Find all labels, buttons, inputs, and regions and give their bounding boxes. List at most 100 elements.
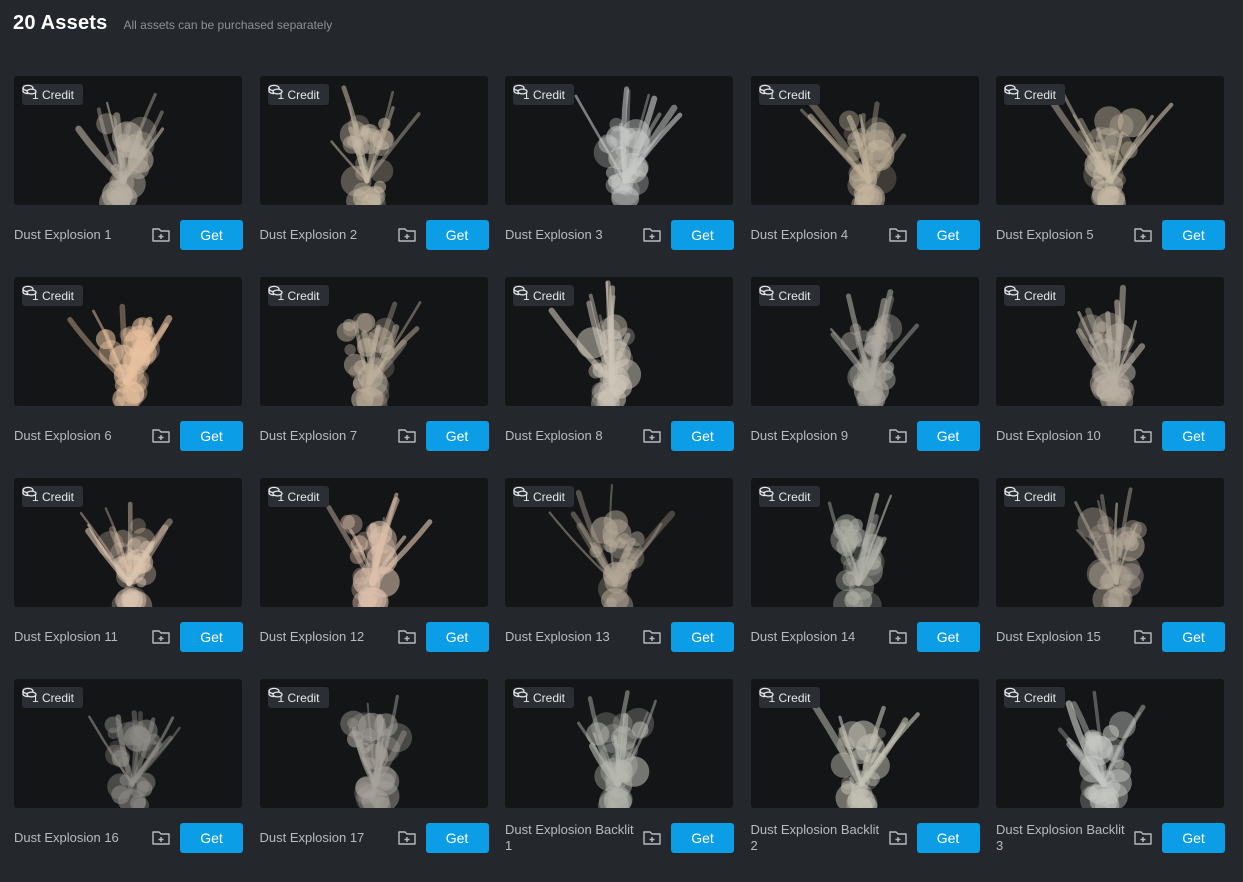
asset-card: 1 Credit Dust Explosion 16 Get bbox=[14, 679, 243, 853]
asset-thumbnail[interactable]: 1 Credit bbox=[14, 478, 242, 607]
folder-plus-icon[interactable] bbox=[642, 427, 662, 445]
get-button[interactable]: Get bbox=[916, 622, 980, 652]
folder-plus-icon[interactable] bbox=[397, 427, 417, 445]
folder-plus-icon[interactable] bbox=[642, 829, 662, 847]
smoke-puff bbox=[356, 337, 376, 357]
get-button[interactable]: Get bbox=[180, 823, 243, 853]
smoke-puff bbox=[1088, 561, 1118, 590]
asset-thumbnail[interactable]: 1 Credit bbox=[259, 679, 488, 808]
get-button[interactable]: Get bbox=[916, 421, 980, 451]
folder-plus-icon[interactable] bbox=[397, 628, 417, 646]
folder-plus-icon[interactable] bbox=[397, 829, 417, 847]
smoke-puff bbox=[1116, 363, 1136, 383]
get-button[interactable]: Get bbox=[180, 622, 243, 652]
asset-thumbnail[interactable]: 1 Credit bbox=[259, 478, 488, 607]
smoke-puff bbox=[874, 362, 894, 381]
get-button[interactable]: Get bbox=[1162, 823, 1225, 853]
asset-thumbnail[interactable]: 1 Credit bbox=[14, 679, 242, 808]
asset-thumbnail[interactable]: 1 Credit bbox=[996, 76, 1224, 205]
asset-name: Dust Explosion 1 bbox=[14, 227, 112, 242]
asset-thumbnail[interactable]: 1 Credit bbox=[996, 679, 1224, 808]
folder-plus-icon[interactable] bbox=[888, 427, 908, 445]
folder-plus-icon[interactable] bbox=[888, 226, 908, 244]
asset-name: Dust Explosion Backlit 3 bbox=[996, 822, 1125, 853]
asset-thumbnail[interactable]: 1 Credit bbox=[750, 76, 979, 205]
get-button[interactable]: Get bbox=[425, 622, 489, 652]
get-button[interactable]: Get bbox=[1162, 421, 1225, 451]
credit-badge: 1 Credit bbox=[22, 285, 84, 306]
get-button[interactable]: Get bbox=[916, 220, 980, 250]
asset-name: Dust Explosion 3 bbox=[505, 227, 603, 242]
coin-stack-icon bbox=[1004, 486, 1019, 497]
asset-thumbnail[interactable]: 1 Credit bbox=[505, 277, 733, 406]
asset-thumbnail[interactable]: 1 Credit bbox=[14, 277, 242, 406]
asset-footer: Dust Explosion 12 Get bbox=[260, 622, 489, 652]
asset-name: Dust Explosion 5 bbox=[996, 227, 1094, 242]
credit-label: 1 Credit bbox=[1014, 690, 1057, 705]
smoke-puff bbox=[614, 735, 627, 748]
asset-footer: Dust Explosion 6 Get bbox=[14, 421, 243, 451]
asset-footer: Dust Explosion 15 Get bbox=[996, 622, 1225, 652]
get-button[interactable]: Get bbox=[425, 421, 489, 451]
asset-thumbnail[interactable]: 1 Credit bbox=[14, 76, 242, 205]
smoke-puff bbox=[359, 562, 384, 586]
smoke-puff bbox=[599, 742, 629, 773]
asset-name: Dust Explosion 15 bbox=[996, 629, 1101, 644]
credit-label: 1 Credit bbox=[277, 690, 320, 705]
folder-plus-icon[interactable] bbox=[1133, 628, 1153, 646]
get-button[interactable]: Get bbox=[1162, 622, 1225, 652]
get-button[interactable]: Get bbox=[916, 823, 980, 853]
smoke-puff bbox=[616, 771, 629, 784]
get-button[interactable]: Get bbox=[425, 220, 489, 250]
folder-plus-icon[interactable] bbox=[642, 226, 662, 244]
folder-plus-icon[interactable] bbox=[888, 628, 908, 646]
get-button[interactable]: Get bbox=[671, 622, 734, 652]
folder-plus-icon[interactable] bbox=[888, 829, 908, 847]
get-button[interactable]: Get bbox=[1162, 220, 1225, 250]
asset-thumbnail[interactable]: 1 Credit bbox=[750, 478, 979, 607]
smoke-puff bbox=[130, 518, 146, 534]
coin-stack-icon bbox=[758, 285, 774, 296]
folder-plus-icon[interactable] bbox=[1133, 829, 1153, 847]
folder-plus-icon[interactable] bbox=[1133, 226, 1153, 244]
smoke-puff bbox=[354, 156, 368, 170]
folder-plus-icon[interactable] bbox=[151, 829, 171, 847]
asset-thumbnail[interactable]: 1 Credit bbox=[996, 478, 1224, 607]
get-button[interactable]: Get bbox=[180, 220, 243, 250]
folder-plus-icon[interactable] bbox=[151, 628, 171, 646]
folder-plus-icon[interactable] bbox=[642, 628, 662, 646]
asset-thumbnail[interactable]: 1 Credit bbox=[996, 277, 1224, 406]
asset-thumbnail[interactable]: 1 Credit bbox=[750, 277, 979, 406]
coin-stack-icon bbox=[267, 486, 283, 497]
smoke-puff bbox=[373, 765, 396, 789]
asset-thumbnail[interactable]: 1 Credit bbox=[259, 277, 488, 406]
credit-badge: 1 Credit bbox=[22, 486, 84, 507]
smoke-puff bbox=[1090, 531, 1101, 542]
asset-footer: Dust Explosion Backlit 2 Get bbox=[751, 822, 980, 853]
asset-thumbnail[interactable]: 1 Credit bbox=[750, 679, 979, 808]
get-button[interactable]: Get bbox=[671, 823, 734, 853]
smoke-puff bbox=[1092, 338, 1121, 367]
asset-card: 1 Credit Dust Explosion 2 Get bbox=[259, 76, 489, 250]
credit-label: 1 Credit bbox=[768, 87, 811, 102]
credit-badge: 1 Credit bbox=[267, 84, 329, 105]
asset-thumbnail[interactable]: 1 Credit bbox=[259, 76, 488, 205]
folder-plus-icon[interactable] bbox=[151, 226, 171, 244]
get-button[interactable]: Get bbox=[671, 220, 734, 250]
smoke-puff bbox=[591, 359, 603, 371]
coin-stack-icon bbox=[758, 687, 774, 698]
asset-thumbnail[interactable]: 1 Credit bbox=[505, 478, 733, 607]
coin-stack-icon bbox=[758, 84, 774, 95]
asset-card: 1 Credit Dust Explosion 14 Get bbox=[750, 478, 980, 652]
asset-thumbnail[interactable]: 1 Credit bbox=[505, 679, 733, 808]
smoke-puff bbox=[95, 329, 116, 350]
folder-plus-icon[interactable] bbox=[1133, 427, 1153, 445]
folder-plus-icon[interactable] bbox=[397, 226, 417, 244]
get-button[interactable]: Get bbox=[671, 421, 734, 451]
smoke-puff bbox=[379, 344, 395, 360]
folder-plus-icon[interactable] bbox=[151, 427, 171, 445]
asset-thumbnail[interactable]: 1 Credit bbox=[505, 76, 733, 205]
get-button[interactable]: Get bbox=[425, 823, 489, 853]
asset-card: 1 Credit Dust Explosion 8 Get bbox=[505, 277, 734, 451]
get-button[interactable]: Get bbox=[180, 421, 243, 451]
